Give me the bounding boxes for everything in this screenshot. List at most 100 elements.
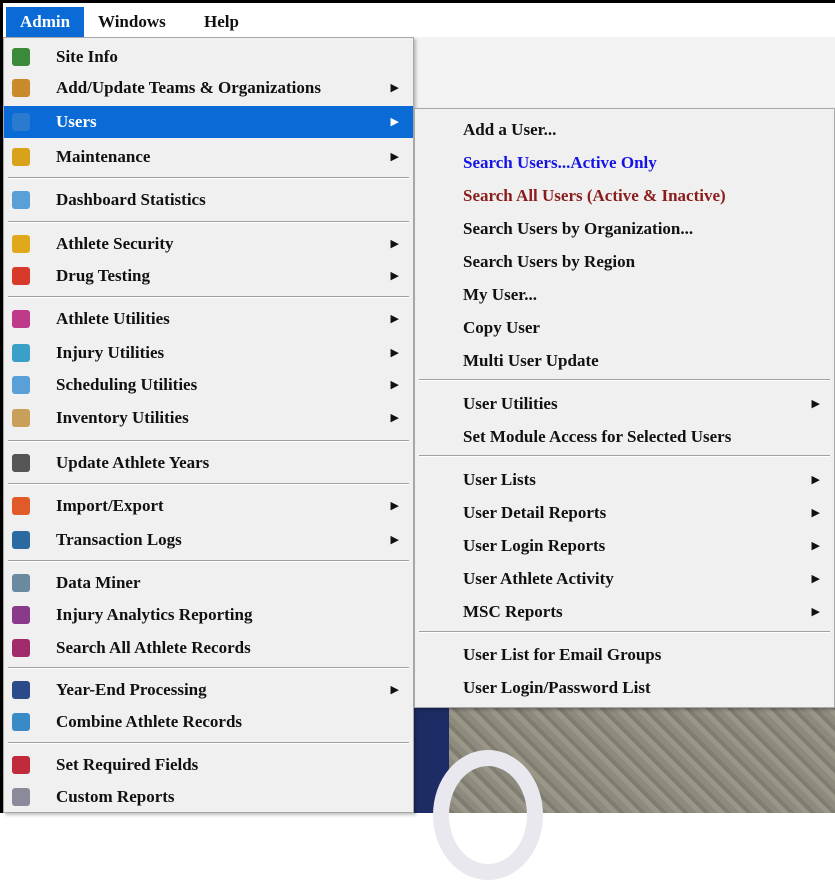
submenu-arrow-icon: ▶ [811,606,820,618]
menu-item-label: Athlete Security [56,234,174,253]
menu-item-injury-utilities[interactable]: Injury Utilities ▶ [4,337,413,369]
submenu-item-label: User Lists [463,470,536,489]
menu-item-site-info[interactable]: Site Info [4,41,413,73]
athlete-security-icon [12,235,30,253]
submenu-item-search-users-by-organization[interactable]: Search Users by Organization... [415,213,834,245]
submenu-item-user-lists[interactable]: User Lists ▶ [415,464,834,496]
menu-item-injury-analytics-reporting[interactable]: Injury Analytics Reporting [4,599,413,631]
submenu-arrow-icon: ▶ [390,116,399,128]
submenu-item-multi-user-update[interactable]: Multi User Update [415,345,834,377]
menu-item-maintenance[interactable]: Maintenance ▶ [4,141,413,173]
menu-item-set-required-fields[interactable]: Set Required Fields [4,749,413,781]
menu-item-label: Combine Athlete Records [56,712,243,731]
menu-item-year-end-processing[interactable]: Year-End Processing ▶ [4,674,413,706]
menu-admin[interactable]: Admin [6,7,85,37]
menu-item-drug-testing[interactable]: Drug Testing ▶ [4,260,413,292]
menu-item-data-miner[interactable]: Data Miner [4,567,413,599]
submenu-arrow-icon: ▶ [811,507,820,519]
menu-item-label: Transaction Logs [56,530,182,549]
menu-separator [8,742,409,744]
drug-testing-icon [12,267,30,285]
menu-item-update-athlete-years[interactable]: Update Athlete Years [4,447,413,479]
submenu-item-user-list-for-email-groups[interactable]: User List for Email Groups [415,639,834,671]
submenu-item-label: User Login/Password List [463,678,651,697]
year-end-icon [12,681,30,699]
background-photo [413,700,835,880]
menu-item-label: Year-End Processing [56,680,207,699]
menu-item-dashboard-statistics[interactable]: Dashboard Statistics [4,184,413,216]
submenu-item-search-users-active-only[interactable]: Search Users...Active Only [415,147,834,179]
submenu-arrow-icon: ▶ [390,347,399,359]
import-export-icon [12,497,30,515]
submenu-arrow-icon: ▶ [390,313,399,325]
submenu-arrow-icon: ▶ [811,474,820,486]
submenu-item-add-a-user[interactable]: Add a User... [415,114,834,146]
submenu-item-copy-user[interactable]: Copy User [415,312,834,344]
submenu-item-user-detail-reports[interactable]: User Detail Reports ▶ [415,497,834,529]
injury-analytics-icon [12,606,30,624]
menu-item-combine-athlete-records[interactable]: Combine Athlete Records [4,706,413,738]
menu-item-athlete-security[interactable]: Athlete Security ▶ [4,228,413,260]
submenu-item-user-login-reports[interactable]: User Login Reports ▶ [415,530,834,562]
menu-separator [8,440,409,442]
submenu-item-label: My User... [463,285,537,304]
submenu-item-label: User Login Reports [463,536,606,555]
submenu-arrow-icon: ▶ [390,82,399,94]
menu-item-scheduling-utilities[interactable]: Scheduling Utilities ▶ [4,369,413,401]
menu-item-label: Search All Athlete Records [56,638,251,657]
athlete-utilities-icon [12,310,30,328]
submenu-item-msc-reports[interactable]: MSC Reports ▶ [415,596,834,628]
menu-item-label: Add/Update Teams & Organizations [56,78,321,97]
menu-item-users[interactable]: Users ▶ [4,106,413,138]
submenu-item-label: MSC Reports [463,602,563,621]
submenu-arrow-icon: ▶ [390,684,399,696]
submenu-arrow-icon: ▶ [390,412,399,424]
transaction-logs-icon [12,531,30,549]
menu-separator [8,296,409,298]
menu-item-label: Data Miner [56,573,141,592]
combine-records-icon [12,713,30,731]
menu-item-search-all-athlete-records[interactable]: Search All Athlete Records [4,632,413,664]
menu-item-transaction-logs[interactable]: Transaction Logs ▶ [4,524,413,556]
menu-item-label: Site Info [56,47,118,66]
menu-separator [419,455,830,457]
menu-help[interactable]: Help [190,7,253,37]
maintenance-icon [12,148,30,166]
submenu-arrow-icon: ▶ [390,270,399,282]
submenu-item-user-utilities[interactable]: User Utilities ▶ [415,388,834,420]
required-fields-icon [12,756,30,774]
injury-utilities-icon [12,344,30,362]
menu-item-label: Maintenance [56,147,151,166]
menu-separator [8,560,409,562]
menu-item-inventory-utilities[interactable]: Inventory Utilities ▶ [4,402,413,434]
menu-item-label: Dashboard Statistics [56,190,206,209]
submenu-arrow-icon: ▶ [811,540,820,552]
menu-windows[interactable]: Windows [84,7,180,37]
menu-separator [8,667,409,669]
teams-icon [12,79,30,97]
submenu-item-label: Search All Users (Active & Inactive) [463,186,726,205]
menu-item-custom-reports[interactable]: Custom Reports [4,781,413,813]
menu-item-import-export[interactable]: Import/Export ▶ [4,490,413,522]
submenu-item-search-all-users[interactable]: Search All Users (Active & Inactive) [415,180,834,212]
submenu-item-label: User Athlete Activity [463,569,614,588]
submenu-arrow-icon: ▶ [390,379,399,391]
submenu-item-label: User Utilities [463,394,558,413]
submenu-item-user-athlete-activity[interactable]: User Athlete Activity ▶ [415,563,834,595]
search-records-icon [12,639,30,657]
menu-item-athlete-utilities[interactable]: Athlete Utilities ▶ [4,303,413,335]
submenu-item-my-user[interactable]: My User... [415,279,834,311]
menu-separator [419,631,830,633]
menu-separator [8,221,409,223]
submenu-item-label: Add a User... [463,120,557,139]
submenu-item-set-module-access[interactable]: Set Module Access for Selected Users [415,421,834,453]
submenu-item-label: Search Users by Organization... [463,219,694,238]
menu-item-label: Set Required Fields [56,755,199,774]
submenu-item-search-users-by-region[interactable]: Search Users by Region [415,246,834,278]
submenu-item-label: User Detail Reports [463,503,607,522]
menu-item-add-update-teams[interactable]: Add/Update Teams & Organizations ▶ [4,72,413,104]
submenu-item-label: Set Module Access for Selected Users [463,427,732,446]
users-submenu: Add a User... Search Users...Active Only S… [414,108,835,708]
menu-item-label: Update Athlete Years [56,453,210,472]
submenu-item-user-login-password-list[interactable]: User Login/Password List [415,672,834,704]
